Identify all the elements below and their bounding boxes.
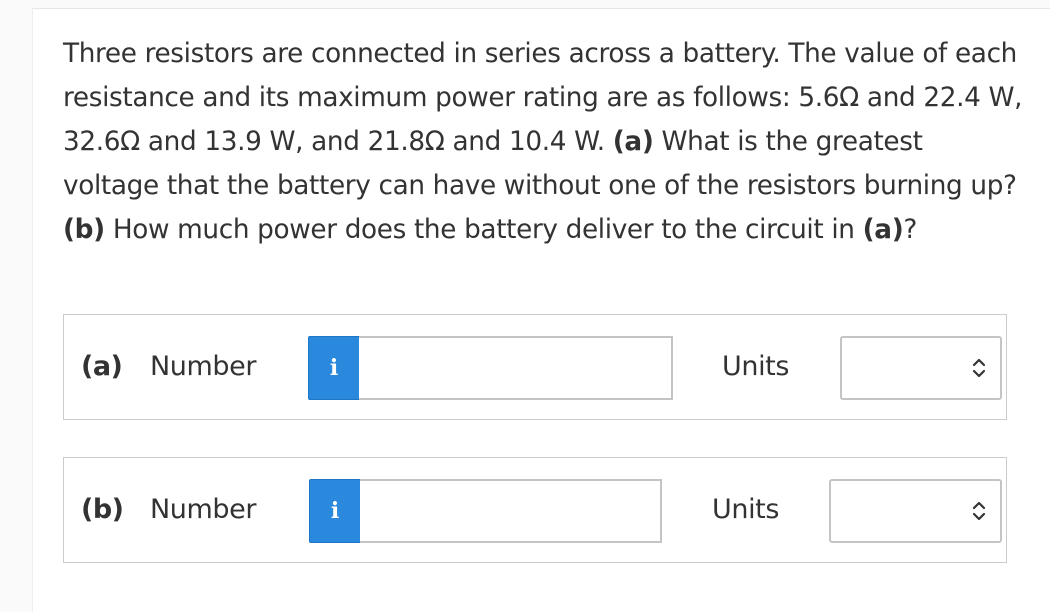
part-label: (b) xyxy=(81,494,124,525)
part-a-tag: (a) xyxy=(612,127,654,157)
number-label: Number xyxy=(150,494,257,525)
units-label: Units xyxy=(712,494,780,525)
info-icon[interactable]: i xyxy=(309,479,361,543)
question-card: Three resistors are connected in series … xyxy=(32,8,1050,612)
info-icon[interactable]: i xyxy=(308,336,360,400)
number-input-b[interactable] xyxy=(360,479,662,543)
units-label: Units xyxy=(722,351,790,382)
number-label: Number xyxy=(150,351,257,382)
units-dropdown-a[interactable] xyxy=(840,336,1002,400)
part-a-reference: (a) xyxy=(862,215,904,245)
question-segment: How much power does the battery deliver … xyxy=(104,215,863,245)
units-dropdown-b[interactable] xyxy=(829,479,1002,543)
answer-row-a: (a) Number i Units xyxy=(63,314,1007,420)
part-label: (a) xyxy=(81,351,123,382)
chevron-up-down-icon xyxy=(972,501,986,521)
number-input-a[interactable] xyxy=(359,336,673,400)
answer-row-b: (b) Number i Units xyxy=(63,457,1007,563)
chevron-up-down-icon xyxy=(972,358,986,378)
part-b-tag: (b) xyxy=(63,215,105,245)
question-text: Three resistors are connected in series … xyxy=(63,32,1023,252)
question-segment: ? xyxy=(903,215,917,245)
